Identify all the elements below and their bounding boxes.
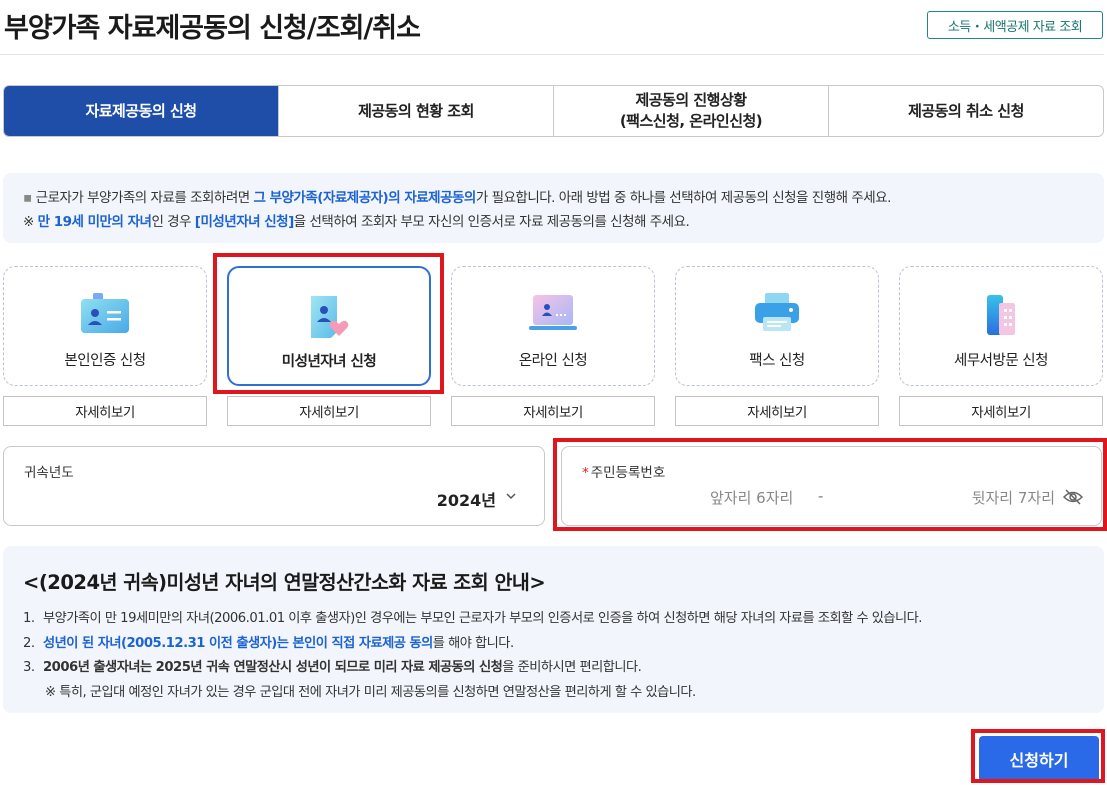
method-card-self-auth[interactable]: 본인인증 신청 bbox=[3, 266, 207, 386]
method-label: 세무서방문 신청 bbox=[954, 353, 1049, 369]
ssn-back-input[interactable]: 뒷자리 7자리 bbox=[972, 487, 1055, 508]
detail-button-online[interactable]: 자세히보기 bbox=[451, 396, 655, 426]
guide-note: ※ 특히, 군입대 예정인 자녀가 있는 경우 군입대 전에 자녀가 미리 제공… bbox=[45, 684, 696, 700]
notice-box: ▪ 근로자가 부양가족의 자료를 조회하려면 그 부양가족(자료제공자)의 자료제… bbox=[3, 173, 1104, 243]
method-card-tax-office[interactable]: 세무서방문 신청 bbox=[899, 266, 1103, 386]
ssn-label: * 주민등록번호 bbox=[582, 465, 666, 481]
building-icon bbox=[900, 291, 1102, 339]
laptop-icon bbox=[452, 291, 654, 339]
guide-box: <(2024년 귀속)미성년 자녀의 연말정산간소화 자료 조회 안내> 1. 부… bbox=[3, 546, 1104, 713]
guide-list: 1. 부양가족이 만 19세미만의 자녀(2006.01.01 이후 출생자)인 … bbox=[23, 607, 1084, 705]
guide-item: 3. 2006년 출생자녀는 2025년 귀속 연말정산시 성년이 되므로 미리 … bbox=[23, 660, 642, 675]
method-card-minor-child[interactable]: 미성년자녀 신청 bbox=[227, 266, 431, 386]
eye-off-icon[interactable] bbox=[1063, 489, 1083, 505]
ssn-separator: - bbox=[818, 487, 824, 505]
bullet-icon: ▪ bbox=[23, 190, 32, 206]
method-label: 미성년자녀 신청 bbox=[281, 354, 377, 370]
tab-consent-progress[interactable]: 제공동의 진행상황 (팩스신청, 온라인신청) bbox=[553, 86, 828, 136]
tab-consent-apply[interactable]: 자료제공동의 신청 bbox=[4, 86, 278, 136]
submit-button[interactable]: 신청하기 bbox=[979, 736, 1099, 782]
detail-button-tax-office[interactable]: 자세히보기 bbox=[899, 396, 1103, 426]
year-select[interactable]: 귀속년도 2024년 bbox=[3, 446, 545, 526]
page-title: 부양가족 자료제공동의 신청/조회/취소 bbox=[4, 13, 421, 44]
notice-line-2: ※ 만 19세 미만의 자녀인 경우 [미성년자녀 신청]을 선택하여 조회자 … bbox=[23, 214, 690, 230]
notice-line-1: ▪ 근로자가 부양가족의 자료를 조회하려면 그 부양가족(자료제공자)의 자료제… bbox=[23, 190, 891, 206]
guide-item: 2. 성년이 된 자녀(2005.12.31 이전 출생자)는 본인이 직접 자료… bbox=[23, 635, 514, 651]
detail-button-self-auth[interactable]: 자세히보기 bbox=[3, 396, 207, 426]
child-document-icon bbox=[229, 292, 429, 340]
guide-title: <(2024년 귀속)미성년 자녀의 연말정산간소화 자료 조회 안내> bbox=[23, 571, 546, 594]
method-label: 본인인증 신청 bbox=[64, 353, 146, 369]
detail-button-fax[interactable]: 자세히보기 bbox=[675, 396, 879, 426]
tab-bar: 자료제공동의 신청 제공동의 현황 조회 제공동의 진행상황 (팩스신청, 온라… bbox=[3, 85, 1104, 137]
ssn-field: * 주민등록번호 앞자리 6자리 - 뒷자리 7자리 bbox=[561, 446, 1102, 526]
tab-consent-cancel[interactable]: 제공동의 취소 신청 bbox=[828, 86, 1103, 136]
method-card-fax[interactable]: 팩스 신청 bbox=[675, 266, 879, 386]
deduction-lookup-link[interactable]: 소득・세액공제 자료 조회 bbox=[927, 11, 1103, 39]
guide-item: 1. 부양가족이 만 19세미만의 자녀(2006.01.01 이후 출생자)인 … bbox=[23, 611, 923, 626]
year-value[interactable]: 2024년 bbox=[437, 487, 496, 511]
tab-consent-status[interactable]: 제공동의 현황 조회 bbox=[278, 86, 553, 136]
fax-printer-icon bbox=[676, 291, 878, 339]
year-label: 귀속년도 bbox=[24, 465, 74, 481]
ssn-front-input[interactable]: 앞자리 6자리 bbox=[710, 487, 793, 508]
title-divider bbox=[0, 54, 1104, 55]
required-mark: * bbox=[582, 465, 589, 481]
detail-button-minor-child[interactable]: 자세히보기 bbox=[227, 396, 431, 426]
chevron-down-icon[interactable] bbox=[504, 489, 518, 503]
method-card-online[interactable]: 온라인 신청 bbox=[451, 266, 655, 386]
id-card-icon bbox=[4, 291, 206, 339]
method-label: 팩스 신청 bbox=[749, 353, 805, 369]
method-label: 온라인 신청 bbox=[518, 353, 588, 369]
